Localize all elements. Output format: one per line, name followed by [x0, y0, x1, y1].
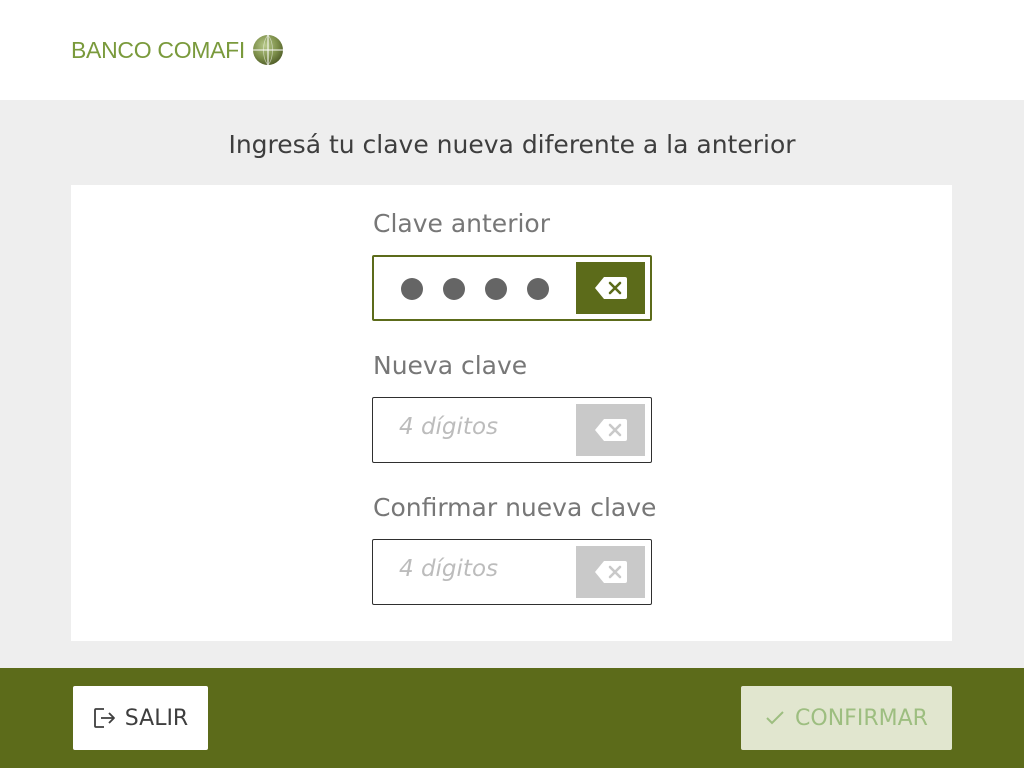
bank-logo: BANCO COMAFI — [71, 33, 284, 67]
confirm-pin-clear-button[interactable] — [576, 546, 645, 598]
backspace-icon — [594, 419, 627, 441]
globe-icon — [253, 34, 284, 66]
old-pin-label: Clave anterior — [373, 209, 550, 238]
new-pin-clear-button[interactable] — [576, 404, 645, 456]
confirm-pin-placeholder: 4 dígitos — [399, 556, 498, 582]
confirm-button[interactable]: CONFIRMAR — [741, 686, 952, 750]
backspace-icon — [594, 561, 627, 583]
pin-dot — [485, 278, 507, 300]
confirm-button-label: CONFIRMAR — [795, 705, 928, 731]
pin-dot — [527, 278, 549, 300]
pin-form-card: Clave anterior Nueva clave 4 dígitos Con… — [71, 185, 952, 641]
header: BANCO COMAFI — [0, 0, 1024, 100]
new-pin-field[interactable]: 4 dígitos — [372, 397, 652, 463]
pin-dots — [401, 278, 549, 300]
old-pin-clear-button[interactable] — [576, 262, 645, 314]
new-pin-placeholder: 4 dígitos — [399, 414, 498, 440]
logout-icon — [93, 708, 115, 728]
instruction-text: Ingresá tu clave nueva diferente a la an… — [228, 130, 796, 159]
exit-button-label: SALIR — [124, 705, 189, 731]
pin-dot — [401, 278, 423, 300]
backspace-icon — [594, 277, 627, 299]
pin-dot — [443, 278, 465, 300]
old-pin-field[interactable] — [372, 255, 652, 321]
new-pin-label: Nueva clave — [373, 351, 528, 380]
pin-change-screen: BANCO COMAFI Ingresá tu clave nueva dife… — [0, 0, 1024, 768]
confirm-pin-field[interactable]: 4 dígitos — [372, 539, 652, 605]
brand-name: BANCO COMAFI — [71, 36, 246, 63]
exit-button[interactable]: SALIR — [73, 686, 208, 750]
confirm-pin-label: Confirmar nueva clave — [373, 493, 657, 522]
check-icon — [766, 711, 784, 725]
footer-bar: SALIR CONFIRMAR — [0, 668, 1024, 768]
